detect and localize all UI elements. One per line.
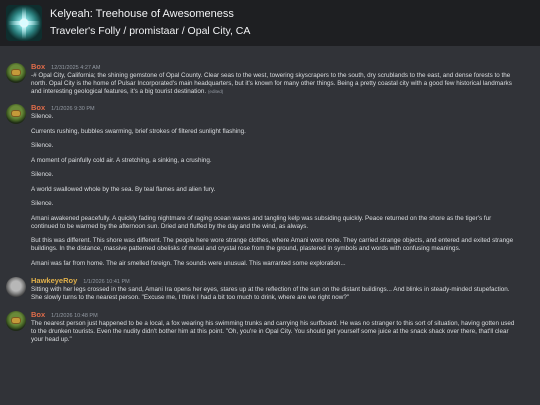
message-body: -# Opal City, California; the shining ge… — [31, 72, 530, 96]
avatar[interactable] — [6, 276, 26, 297]
message-line: The nearest person just happened to be a… — [31, 319, 515, 327]
timestamp: 1/1/2026 10:41 PM — [83, 278, 130, 285]
message-line: She slowly turns to the nearest person. … — [31, 293, 350, 301]
author-name[interactable]: Box — [31, 310, 45, 319]
message-line: -# Opal City, California; the shining ge… — [31, 72, 511, 79]
message-feed: Box 12/31/2025 4:27 AM -# Opal City, Cal… — [0, 54, 540, 344]
message-line: Silence. — [31, 171, 54, 178]
message-line: Amani awakened peacefully. A quickly fad… — [31, 214, 492, 222]
message-line: Sitting with her legs crossed in the san… — [31, 285, 510, 293]
message-line: Amani was far from home. The air smelled… — [31, 259, 346, 267]
message-line: your head up." — [31, 335, 72, 343]
message-line: Silence. — [31, 113, 54, 120]
message-line: to the drunken tourists. Even the nudity… — [31, 327, 509, 335]
message-meta: Box 12/31/2025 4:27 AM — [31, 62, 530, 72]
message-meta: HawkeyeRoy 1/1/2026 10:41 PM — [31, 276, 530, 286]
message: HawkeyeRoy 1/1/2026 10:41 PM Sitting wit… — [0, 276, 540, 302]
author-name[interactable]: Box — [31, 62, 45, 71]
server-icon[interactable] — [6, 5, 42, 41]
message-line: A moment of painfully cold air. A stretc… — [31, 156, 212, 164]
message-body: Silence. Currents rushing, bubbles swarm… — [31, 113, 530, 268]
timestamp: 12/31/2025 4:27 AM — [51, 65, 101, 71]
timestamp: 1/1/2026 10:48 PM — [51, 312, 98, 319]
channel-header: Kelyeah: Treehouse of Awesomeness Travel… — [0, 0, 540, 46]
message-line: Silence. — [31, 142, 54, 149]
message-body: Sitting with her legs crossed in the san… — [31, 286, 530, 302]
message-line: buildings. In the distance, massive patt… — [31, 245, 461, 252]
header-titles: Kelyeah: Treehouse of Awesomeness Travel… — [50, 8, 250, 38]
message-line: Currents rushing, bubbles swarming, brie… — [31, 127, 246, 135]
server-name[interactable]: Kelyeah: Treehouse of Awesomeness — [50, 8, 250, 21]
message-body: The nearest person just happened to be a… — [31, 320, 530, 344]
avatar[interactable] — [6, 310, 26, 331]
message-meta: Box 1/1/2026 9:30 PM — [31, 103, 530, 113]
author-name[interactable]: Box — [31, 103, 45, 112]
message-meta: Box 1/1/2026 10:48 PM — [31, 310, 530, 320]
channel-path: Traveler's Folly / promistaar / Opal Cit… — [50, 25, 251, 37]
message-line: Silence. — [31, 200, 54, 207]
timestamp: 1/1/2026 9:30 PM — [51, 106, 95, 112]
message-line: A world swallowed whole by the sea. By t… — [31, 185, 216, 193]
message-line: continued to be warmed by the afternoon … — [31, 222, 309, 230]
avatar[interactable] — [6, 104, 26, 124]
avatar[interactable] — [6, 63, 26, 83]
message: Box 1/1/2026 9:30 PM Silence. Currents r… — [0, 103, 540, 268]
message: Box 12/31/2025 4:27 AM -# Opal City, Cal… — [0, 62, 540, 96]
message-line: But this was different. This shore was d… — [31, 237, 514, 244]
message: Box 1/1/2026 10:48 PM The nearest person… — [0, 310, 540, 344]
edited-label: (edited) — [207, 89, 224, 94]
message-line: north. Opal City is the home of Pulsar I… — [31, 80, 512, 87]
message-line: and interesting geological features, it'… — [31, 88, 207, 95]
author-name[interactable]: HawkeyeRoy — [31, 276, 77, 285]
